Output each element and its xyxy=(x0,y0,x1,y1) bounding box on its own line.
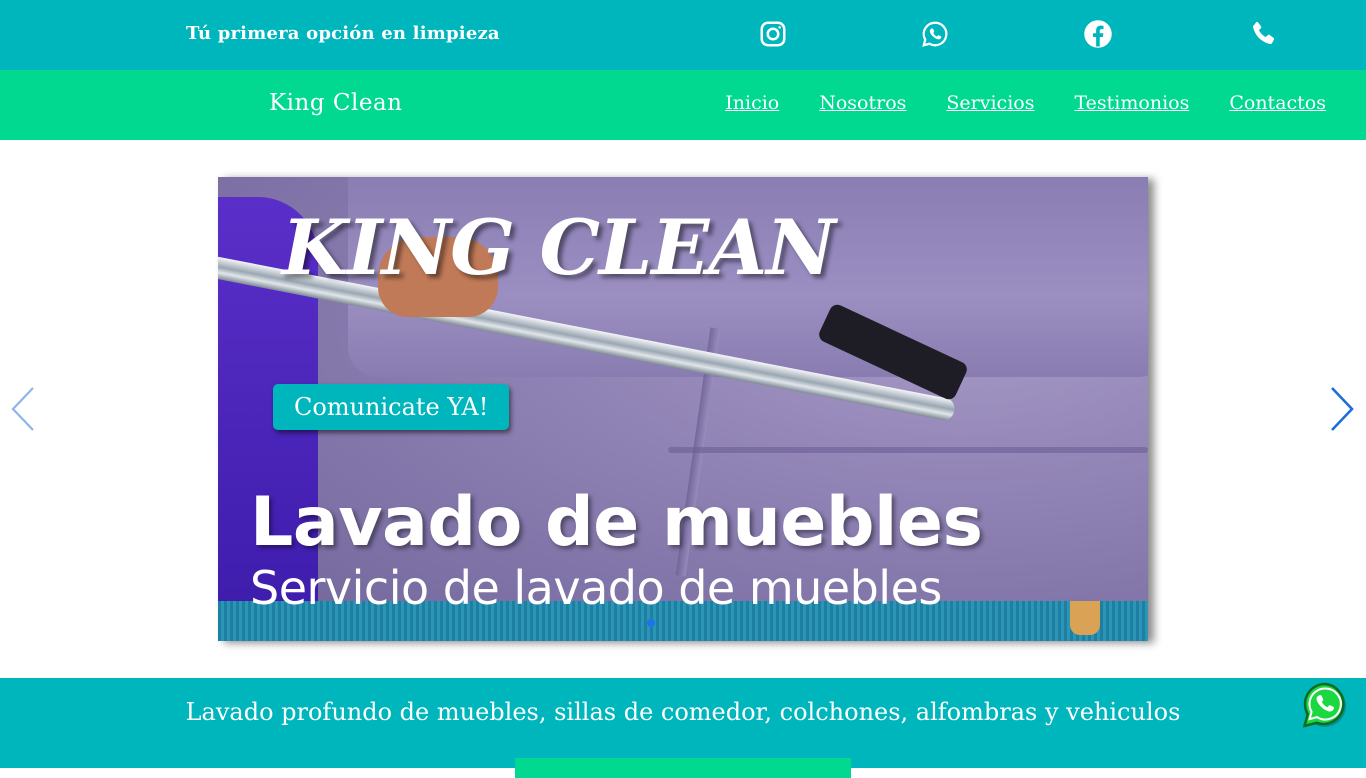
nav-bar: King Clean Inicio Nosotros Servicios Tes… xyxy=(0,70,1366,140)
carousel-slide: KING CLEAN Comunicate YA! Lavado de mueb… xyxy=(218,177,1148,641)
band-button[interactable] xyxy=(515,758,851,778)
slide-heading: Lavado de muebles xyxy=(250,483,983,562)
hero-carousel: KING CLEAN Comunicate YA! Lavado de mueb… xyxy=(0,140,1366,678)
chevron-left-icon[interactable] xyxy=(9,386,39,432)
slide-image-cushion xyxy=(668,447,1148,453)
slide-image-sofa-leg xyxy=(1070,601,1100,635)
phone-icon[interactable] xyxy=(1246,17,1280,51)
nav-link-servicios[interactable]: Servicios xyxy=(946,92,1034,114)
tagline: Tú primera opción en limpieza xyxy=(186,23,500,44)
floating-whatsapp-icon[interactable] xyxy=(1300,680,1350,730)
slide-subheading: Servicio de lavado de muebles xyxy=(250,561,942,615)
top-bar: Tú primera opción en limpieza xyxy=(0,0,1366,70)
instagram-icon[interactable] xyxy=(756,17,790,51)
carousel-indicator[interactable] xyxy=(647,619,655,627)
cta-button[interactable]: Comunicate YA! xyxy=(273,384,510,430)
services-band: Lavado profundo de muebles, sillas de co… xyxy=(0,678,1366,778)
nav-link-contactos[interactable]: Contactos xyxy=(1229,92,1326,114)
slide-title: KING CLEAN xyxy=(282,203,836,292)
chevron-right-icon[interactable] xyxy=(1327,386,1357,432)
whatsapp-icon[interactable] xyxy=(918,17,952,51)
services-summary: Lavado profundo de muebles, sillas de co… xyxy=(185,698,1181,726)
nav-link-inicio[interactable]: Inicio xyxy=(725,92,779,114)
facebook-icon[interactable] xyxy=(1081,17,1115,51)
nav-link-nosotros[interactable]: Nosotros xyxy=(819,92,906,114)
brand-name[interactable]: King Clean xyxy=(269,90,402,116)
main-nav: Inicio Nosotros Servicios Testimonios Co… xyxy=(725,92,1326,114)
nav-link-testimonios[interactable]: Testimonios xyxy=(1074,92,1189,114)
